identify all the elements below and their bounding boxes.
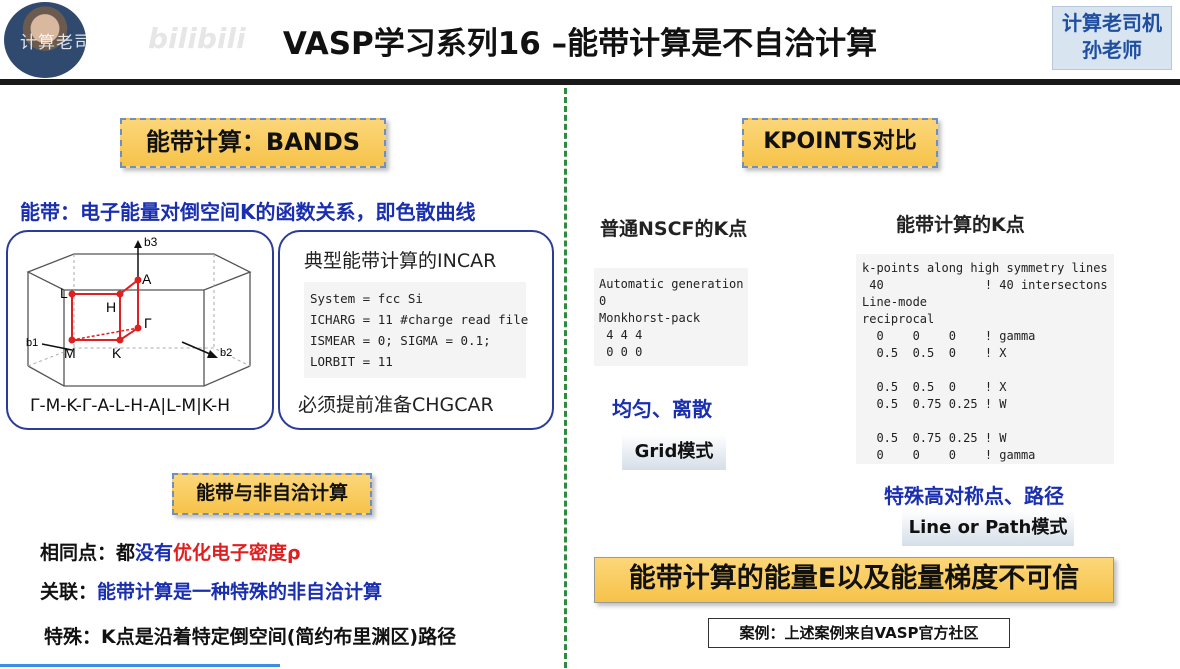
incar-code-block: System = fcc Si ICHARG = 11 #charge read… (304, 282, 529, 378)
b2-arrowhead (207, 350, 218, 358)
slide-title: VASP学习系列16 –能带计算是不自洽计算 (282, 26, 878, 62)
line-code-line: k-points along high symmetry lines (862, 261, 1108, 275)
line-code-line: 0.5 0.5 0 ! X (862, 380, 1007, 394)
label-b2: b2 (220, 347, 232, 359)
nscf-kpoints-code: Automatic generation 0 Monkhorst-pack 4 … (594, 268, 748, 366)
badge-line-2: 孙老师 (1082, 38, 1142, 62)
line-code-line: 0.5 0.75 0.25 ! W (862, 397, 1007, 411)
grid-mode-label: Grid模式 (622, 434, 726, 470)
label-b3: b3 (144, 235, 158, 249)
label-b1: b1 (26, 337, 38, 349)
author-badge: 计算老司机 孙老师 (1052, 6, 1172, 70)
similarity-label: 相同点：都 (40, 542, 136, 564)
relation-label: 关联： (40, 581, 98, 603)
b3-arrowhead (134, 240, 142, 248)
high-symmetry-path (71, 277, 139, 341)
incar-note: 必须提前准备CHGCAR (298, 394, 494, 416)
band-definition: 能带：电子能量对倒空间K的函数关系，即色散曲线 (20, 200, 476, 224)
energy-warning: 能带计算的能量E以及能量梯度不可信 (594, 557, 1114, 603)
nscf-title: 能带与非自洽计算 (172, 473, 372, 515)
line-code-line: 0 0 0 ! gamma (862, 329, 1036, 343)
nscf-code-line: Automatic generation (599, 277, 744, 291)
point-A (134, 276, 142, 284)
uniform-discrete-label: 均匀、离散 (612, 397, 712, 421)
similarity-blue: 没有 (135, 542, 174, 564)
line-code-line: 40 ! 40 intersectons (862, 278, 1108, 292)
watermark-text: 计算老司机 (20, 33, 110, 53)
label-M: M (64, 345, 76, 361)
incar-heading: 典型能带计算的INCAR (304, 250, 497, 272)
similarity-line: 相同点：都没有优化电子密度ρ (40, 538, 301, 565)
bottom-accent-bar (0, 664, 280, 667)
point-Gamma (134, 324, 142, 332)
line-code-line (862, 362, 1108, 379)
line-code-line (862, 413, 1108, 430)
label-K: K (112, 345, 122, 361)
nscf-code-line: Monkhorst-pack (599, 311, 701, 325)
incar-line: System = fcc Si (310, 291, 423, 306)
bz-path-label: Γ-M-K-Γ-A-L-H-A|L-M|K-H (30, 396, 231, 416)
line-code-line: Line-mode (862, 295, 928, 309)
nscf-code-line: 4 4 4 (599, 328, 643, 342)
column-divider (564, 88, 567, 668)
relation-line: 关联：能带计算是一种特殊的非自洽计算 (40, 577, 382, 604)
bands-title: 能带计算：BANDS (120, 118, 386, 168)
kpoints-title: KPOINTS对比 (742, 118, 938, 168)
special-points-label: 特殊高对称点、路径 (884, 484, 1064, 508)
point-L (68, 290, 76, 298)
similarity-red: 优化电子密度ρ (173, 542, 301, 564)
label-H: H (106, 299, 116, 315)
relation-blue: 能带计算是一种特殊的非自洽计算 (97, 581, 383, 603)
incar-line: ISMEAR = 0; SIGMA = 0.1; (310, 333, 491, 348)
case-source-note: 案例：上述案例来自VASP官方社区 (708, 618, 1010, 648)
incar-line: LORBIT = 11 (310, 354, 393, 369)
line-mode-kpoints-code: k-points along high symmetry lines 40 ! … (856, 254, 1114, 464)
line-code-line: 0 0 0 ! gamma (862, 448, 1036, 462)
label-Gamma: Γ (144, 315, 152, 331)
line-code-line: reciprocal (862, 312, 935, 326)
header-rule (0, 79, 1180, 85)
point-M (68, 336, 76, 344)
special-line: 特殊：K点是沿着特定倒空间(简约布里渊区)路径 (44, 626, 457, 648)
line-code-line: 0.5 0.5 0 ! X (862, 346, 1007, 360)
label-L: L (60, 285, 68, 301)
line-code-line: 0.5 0.75 0.25 ! W (862, 431, 1007, 445)
brillouin-zone-diagram: b3 A L H Γ b1 M K b2 (26, 235, 252, 387)
nscf-code-line: 0 0 0 (599, 345, 643, 359)
point-K (116, 336, 124, 344)
label-A: A (142, 271, 152, 287)
prism-bottom-edge (27, 365, 251, 387)
incar-line: ICHARG = 11 #charge read file (310, 312, 529, 327)
point-H (116, 290, 124, 298)
nscf-code-line: 0 (599, 294, 607, 308)
nscf-kpoints-heading: 普通NSCF的K点 (600, 218, 748, 240)
badge-line-1: 计算老司机 (1062, 11, 1162, 35)
line-mode-label: Line or Path模式 (902, 510, 1074, 546)
band-kpoints-heading: 能带计算的K点 (896, 214, 1025, 236)
